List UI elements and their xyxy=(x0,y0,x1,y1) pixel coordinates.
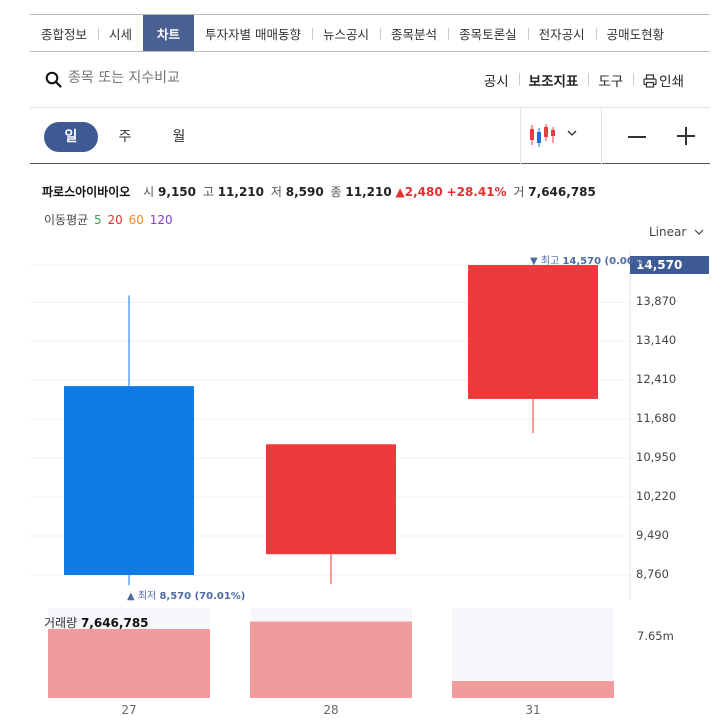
candle-body xyxy=(266,444,396,555)
high-annotation-prefix: ▼ 최고 xyxy=(530,256,560,267)
volume-bar xyxy=(452,681,614,698)
volume-panel-value: 7,646,785 xyxy=(80,616,149,630)
price-tick-label: 13,870 xyxy=(636,294,677,309)
date-tick-label: 28 xyxy=(323,703,339,717)
price-tick-label: 13,140 xyxy=(636,333,677,348)
price-tick-label: 8,760 xyxy=(636,567,669,581)
price-tick-label: 10,950 xyxy=(636,450,677,465)
volume-bar xyxy=(250,621,412,698)
date-tick-label: 27 xyxy=(121,703,137,717)
date-tick-label: 31 xyxy=(525,703,541,717)
volume-panel-title: 거래량 xyxy=(44,616,78,630)
high-annotation: ▼ 최고 14,570 (0.00%) xyxy=(530,252,648,267)
low-annotation-value: 8,570 (70.01%) xyxy=(159,591,246,602)
price-tick-label: 11,680 xyxy=(636,411,677,426)
high-annotation-value: 14,570 (0.00%) xyxy=(562,256,649,267)
volume-panel-label: 거래량 7,646,785 xyxy=(44,614,149,631)
price-tick-label: 9,490 xyxy=(636,528,669,543)
low-annotation-prefix: ▲ 최저 xyxy=(127,591,157,602)
price-tick-label: 12,410 xyxy=(636,372,677,387)
candle-body xyxy=(468,265,598,399)
volume-bar xyxy=(48,629,210,698)
candle-body xyxy=(64,386,194,575)
price-tick-label: 10,220 xyxy=(636,489,677,504)
low-annotation: ▲ 최저 8,570 (70.01%) xyxy=(127,587,245,602)
volume-axis-tick: 7.65m xyxy=(637,629,674,643)
